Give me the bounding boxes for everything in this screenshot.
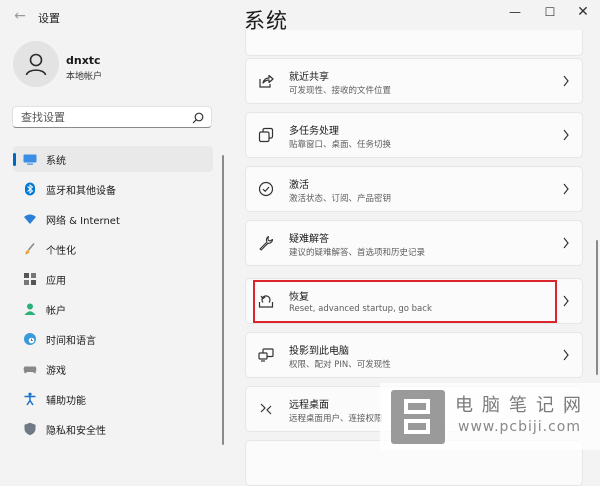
- sidebar-item-system[interactable]: 系统: [13, 146, 213, 172]
- card-subtitle: 贴靠窗口、桌面、任务切换: [289, 140, 392, 150]
- settings-card-partial[interactable]: [245, 30, 583, 56]
- minimize-button[interactable]: —: [500, 4, 530, 20]
- chevron-right-icon: [563, 237, 569, 249]
- watermark-logo-icon: [391, 390, 445, 444]
- search-box[interactable]: [12, 106, 212, 128]
- avatar[interactable]: [13, 41, 59, 87]
- settings-card-troubleshoot[interactable]: 疑难解答 建议的疑难解答、首选项和历史记录: [245, 220, 583, 266]
- sidebar-item-label: 辅助功能: [46, 396, 86, 407]
- multitask-icon: [258, 127, 274, 143]
- chevron-right-icon: [563, 75, 569, 87]
- globe-clock-icon: [24, 333, 36, 345]
- card-title: 远程桌面: [289, 400, 329, 411]
- card-title: 多任务处理: [289, 126, 339, 137]
- watermark-url: www.pcbiji.com: [458, 419, 582, 435]
- sidebar-item-accounts[interactable]: 帐户: [13, 296, 213, 322]
- wrench-icon: [259, 235, 274, 251]
- chevron-right-icon: [563, 295, 569, 307]
- account-type: 本地帐户: [66, 72, 103, 82]
- search-input[interactable]: [21, 111, 181, 124]
- check-circle-icon: [258, 181, 274, 197]
- watermark-text: 电脑笔记网: [455, 395, 590, 416]
- sidebar-item-label: 系统: [46, 156, 66, 167]
- sidebar-item-time-language[interactable]: 时间和语言: [13, 326, 213, 352]
- sidebar-item-label: 帐户: [46, 306, 66, 317]
- card-subtitle: 远程桌面用户、连接权限: [289, 414, 383, 424]
- bluetooth-icon: [25, 182, 35, 196]
- main-scrollbar[interactable]: [596, 240, 598, 375]
- share-icon: [259, 74, 274, 88]
- system-icon: [23, 154, 37, 165]
- brush-icon: [25, 242, 35, 255]
- card-title: 就近共享: [289, 72, 329, 83]
- sidebar-item-label: 应用: [46, 276, 66, 287]
- card-subtitle: 可发现性、接收的文件位置: [289, 86, 392, 96]
- chevron-right-icon: [563, 349, 569, 361]
- settings-card-multitasking[interactable]: 多任务处理 贴靠窗口、桌面、任务切换: [245, 112, 583, 158]
- title-bar: ← 设置 — ☐ ✕: [0, 0, 600, 32]
- sidebar-item-label: 个性化: [46, 246, 76, 257]
- card-title: 投影到此电脑: [289, 346, 349, 357]
- settings-card-nearby-sharing[interactable]: 就近共享 可发现性、接收的文件位置: [245, 58, 583, 104]
- sidebar-item-bluetooth[interactable]: 蓝牙和其他设备: [13, 176, 213, 202]
- sidebar-item-accessibility[interactable]: 辅助功能: [13, 386, 213, 412]
- search-icon[interactable]: [191, 111, 205, 125]
- card-title: 激活: [289, 180, 309, 191]
- sidebar-item-label: 隐私和安全性: [46, 426, 106, 437]
- highlight-box: [253, 280, 557, 323]
- sidebar-item-network[interactable]: 网络 & Internet: [13, 206, 213, 232]
- wifi-icon: [24, 214, 36, 224]
- person-icon: [24, 303, 36, 315]
- remote-desktop-icon: [260, 403, 272, 415]
- project-icon: [258, 348, 274, 362]
- card-subtitle: 权限、配对 PIN、可发现性: [289, 360, 391, 370]
- shield-icon: [24, 422, 36, 436]
- person-icon: [25, 53, 47, 76]
- card-subtitle: 激活状态、订阅、产品密钥: [289, 194, 392, 204]
- sidebar-item-gaming[interactable]: 游戏: [13, 356, 213, 382]
- app-title: 设置: [38, 12, 60, 25]
- settings-card-activation[interactable]: 激活 激活状态、订阅、产品密钥: [245, 166, 583, 212]
- close-button[interactable]: ✕: [568, 4, 598, 20]
- settings-card-project[interactable]: 投影到此电脑 权限、配对 PIN、可发现性: [245, 332, 583, 378]
- apps-icon: [24, 273, 36, 285]
- chevron-right-icon: [563, 183, 569, 195]
- sidebar-item-label: 游戏: [46, 366, 66, 377]
- active-indicator: [13, 153, 16, 166]
- chevron-right-icon: [563, 129, 569, 141]
- gamepad-icon: [23, 366, 37, 374]
- card-title: 疑难解答: [289, 234, 329, 245]
- user-name: dnxtc: [66, 54, 101, 67]
- sidebar-item-label: 蓝牙和其他设备: [46, 186, 116, 197]
- accessibility-icon: [24, 392, 36, 406]
- sidebar-item-personalization[interactable]: 个性化: [13, 236, 213, 262]
- sidebar-item-label: 时间和语言: [46, 336, 96, 347]
- watermark: 电脑笔记网 www.pcbiji.com: [380, 383, 600, 450]
- sidebar-scrollbar[interactable]: [222, 155, 224, 445]
- sidebar-item-label: 网络 & Internet: [46, 216, 120, 227]
- back-button[interactable]: ←: [10, 8, 30, 24]
- sidebar-item-privacy[interactable]: 隐私和安全性: [13, 416, 213, 442]
- sidebar-item-apps[interactable]: 应用: [13, 266, 213, 292]
- card-subtitle: 建议的疑难解答、首选项和历史记录: [289, 248, 426, 258]
- maximize-button[interactable]: ☐: [535, 4, 565, 20]
